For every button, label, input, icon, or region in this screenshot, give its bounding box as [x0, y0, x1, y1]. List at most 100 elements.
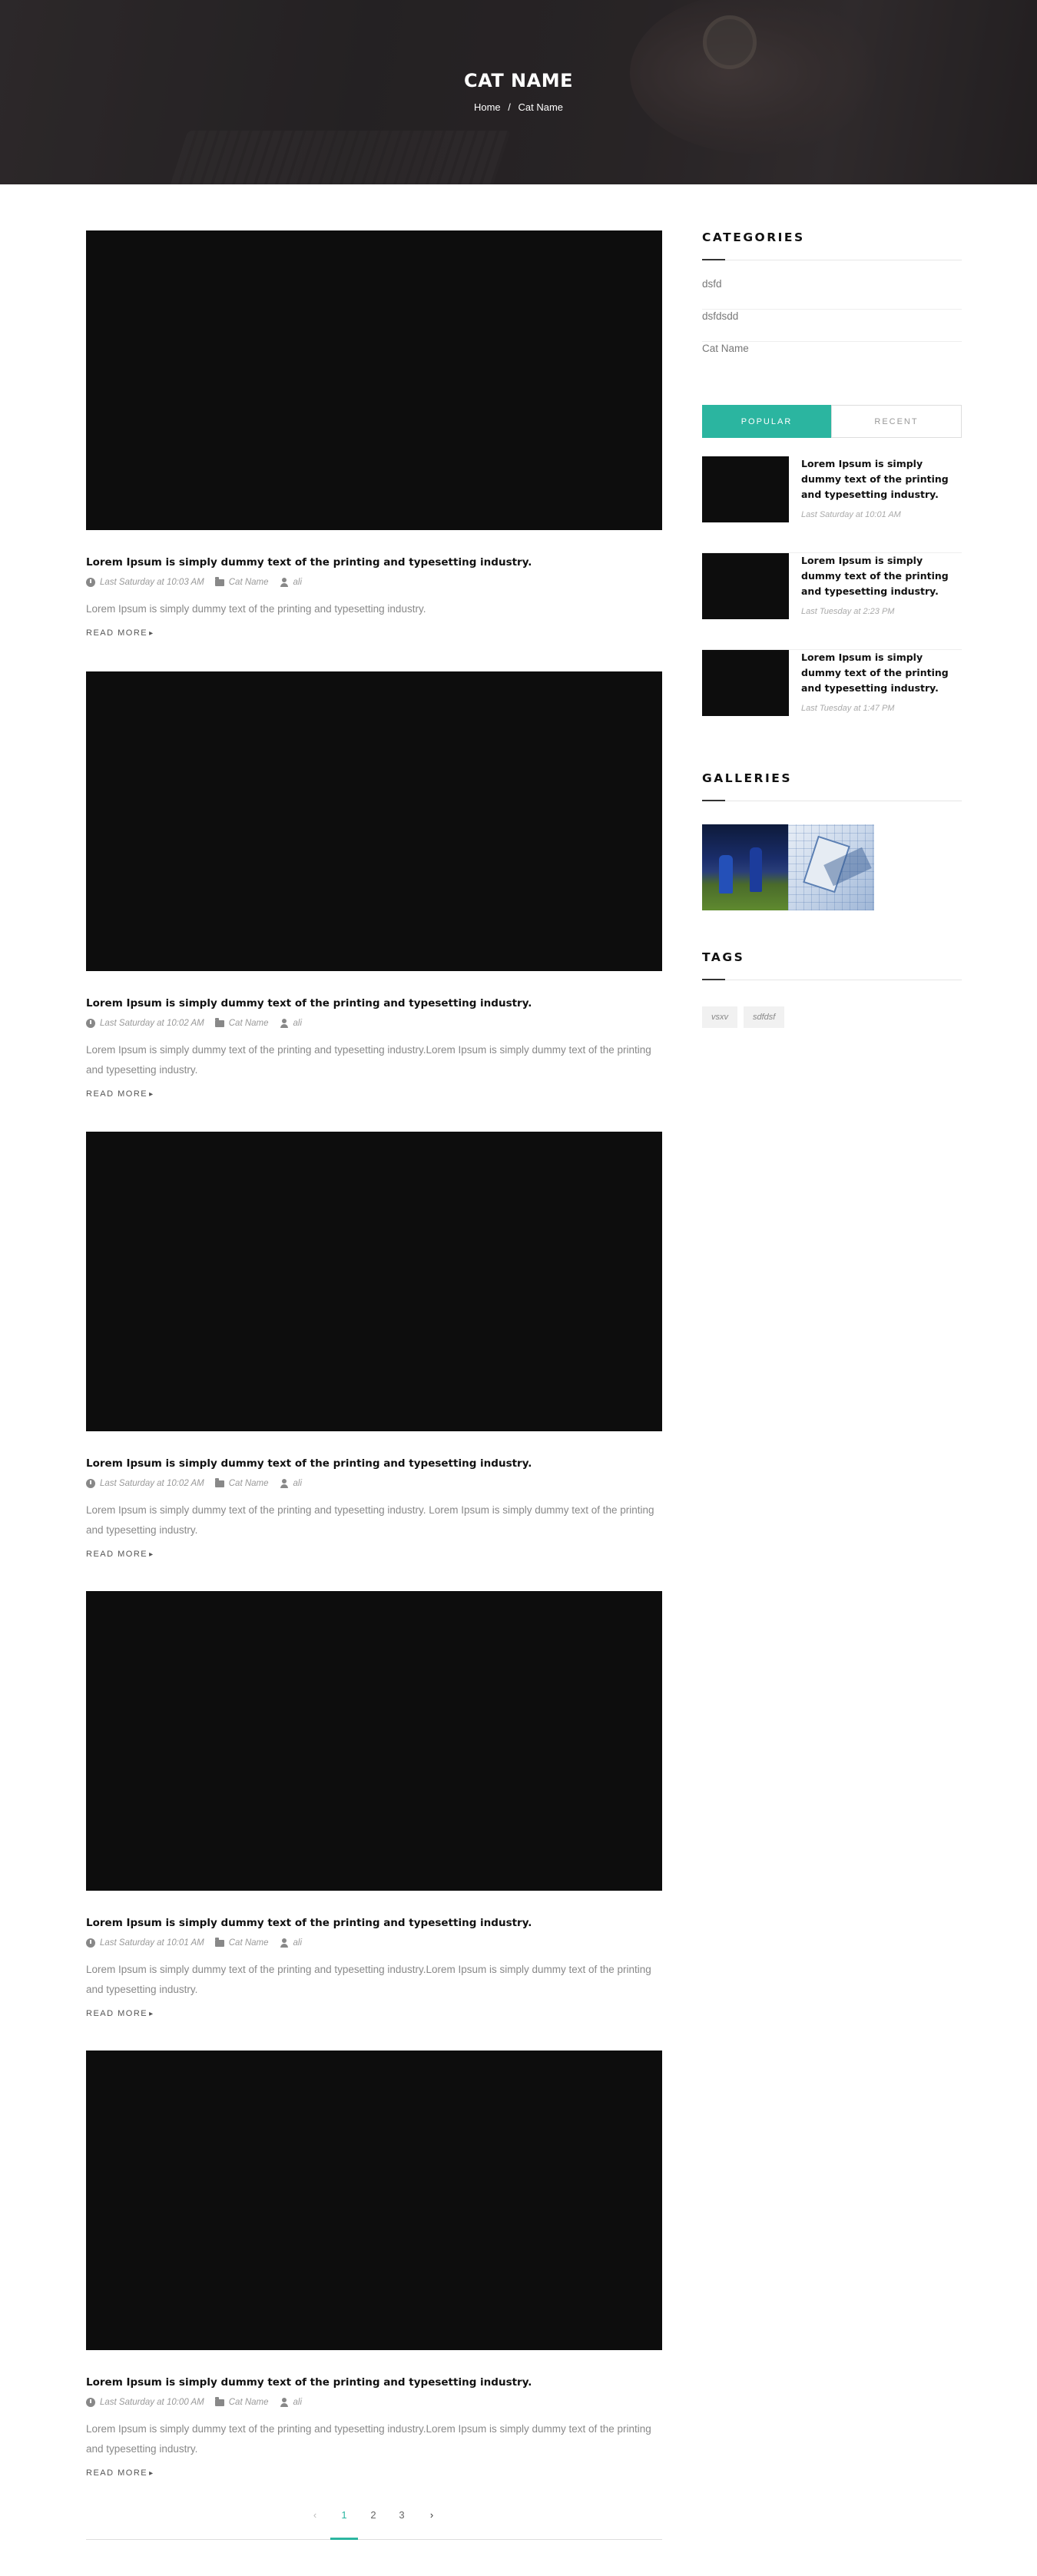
post-meta: Last Saturday at 10:02 AM Cat Name ali: [86, 1017, 662, 1028]
tab-recent[interactable]: RECENT: [831, 405, 962, 438]
post-card: Lorem Ipsum is simply dummy text of the …: [86, 230, 662, 639]
post-category-link[interactable]: Cat Name: [229, 578, 269, 587]
post-thumbnail[interactable]: [86, 1591, 662, 1891]
pagination-next-button[interactable]: ›: [418, 2509, 446, 2521]
breadcrumb: Home / Cat Name: [0, 101, 1037, 113]
breadcrumb-home-link[interactable]: Home: [474, 101, 501, 113]
post-author-link[interactable]: ali: [293, 578, 303, 587]
post-excerpt: Lorem Ipsum is simply dummy text of the …: [86, 603, 426, 615]
pagination: ‹ 1 2 3 ›: [86, 2509, 662, 2540]
user-icon: [280, 1479, 289, 1488]
breadcrumb-separator: /: [508, 101, 511, 113]
tag-item[interactable]: sdfdsf: [744, 1006, 785, 1028]
popular-post-title[interactable]: Lorem Ipsum is simply dummy text of the …: [801, 650, 962, 696]
post-excerpt: Lorem Ipsum is simply dummy text of the …: [86, 1504, 654, 1536]
popular-post-date: Last Tuesday at 1:47 PM: [801, 704, 895, 713]
post-meta: Last Saturday at 10:01 AM Cat Name ali: [86, 1937, 662, 1948]
clock-icon: [86, 2398, 95, 2407]
gallery-image-soccer[interactable]: [702, 824, 788, 910]
user-icon: [280, 2398, 289, 2407]
popular-post-item[interactable]: Lorem Ipsum is simply dummy text of the …: [702, 650, 962, 747]
post-meta: Last Saturday at 10:03 AM Cat Name ali: [86, 576, 662, 587]
popular-post-title[interactable]: Lorem Ipsum is simply dummy text of the …: [801, 553, 962, 599]
post-date: Last Saturday at 10:02 AM: [100, 1479, 204, 1488]
post-excerpt: Lorem Ipsum is simply dummy text of the …: [86, 2423, 651, 2455]
pagination-page-2[interactable]: 2: [359, 2509, 387, 2521]
post-thumbnail[interactable]: [86, 2051, 662, 2350]
popular-post-title[interactable]: Lorem Ipsum is simply dummy text of the …: [801, 456, 962, 502]
categories-widget: CATEGORIES dsfd dsfdsdd Cat Name: [702, 230, 962, 374]
galleries-title: GALLERIES: [702, 771, 793, 785]
popular-post-item[interactable]: Lorem Ipsum is simply dummy text of the …: [702, 553, 962, 650]
tags-title: TAGS: [702, 950, 745, 964]
post-title[interactable]: Lorem Ipsum is simply dummy text of the …: [86, 1917, 662, 1929]
post-thumbnail[interactable]: [86, 230, 662, 530]
post-thumbnail[interactable]: [86, 1132, 662, 1431]
categories-title: CATEGORIES: [702, 230, 805, 244]
post-card: Lorem Ipsum is simply dummy text of the …: [86, 1591, 662, 2020]
post-card: Lorem Ipsum is simply dummy text of the …: [86, 1132, 662, 1560]
user-icon: [280, 1019, 289, 1028]
breadcrumb-current: Cat Name: [518, 101, 564, 113]
folder-icon: [214, 1017, 224, 1027]
gallery-image-blueprint[interactable]: [788, 824, 874, 910]
folder-icon: [214, 1477, 224, 1487]
category-item[interactable]: dsfd: [702, 277, 962, 310]
post-date: Last Saturday at 10:02 AM: [100, 1019, 204, 1028]
page-title: CAT NAME: [464, 70, 573, 91]
read-more-link[interactable]: READ MORE: [86, 1550, 154, 1559]
post-title[interactable]: Lorem Ipsum is simply dummy text of the …: [86, 1457, 662, 1470]
post-title[interactable]: Lorem Ipsum is simply dummy text of the …: [86, 997, 662, 1010]
post-date: Last Saturday at 10:03 AM: [100, 578, 204, 587]
post-excerpt: Lorem Ipsum is simply dummy text of the …: [86, 1964, 651, 1995]
post-title[interactable]: Lorem Ipsum is simply dummy text of the …: [86, 556, 662, 569]
tag-list: vsxv sdfdsf: [702, 1006, 962, 1028]
post-category-link[interactable]: Cat Name: [229, 1938, 269, 1948]
post-thumbnail[interactable]: [86, 671, 662, 971]
post-category-link[interactable]: Cat Name: [229, 1479, 269, 1488]
post-category-link[interactable]: Cat Name: [229, 1019, 269, 1028]
galleries-widget: GALLERIES: [702, 771, 962, 910]
post-author-link[interactable]: ali: [293, 1019, 303, 1028]
post-excerpt: Lorem Ipsum is simply dummy text of the …: [86, 1044, 651, 1076]
category-item[interactable]: dsfdsdd: [702, 310, 962, 342]
clock-icon: [86, 1479, 95, 1488]
post-meta: Last Saturday at 10:02 AM Cat Name ali: [86, 1477, 662, 1488]
post-card: Lorem Ipsum is simply dummy text of the …: [86, 671, 662, 1100]
popular-post-thumbnail[interactable]: [702, 456, 789, 522]
popular-post-thumbnail[interactable]: [702, 553, 789, 619]
read-more-link[interactable]: READ MORE: [86, 1089, 154, 1099]
folder-icon: [214, 576, 224, 586]
popular-post-list: Lorem Ipsum is simply dummy text of the …: [702, 456, 962, 747]
category-list: dsfd dsfdsdd Cat Name: [702, 277, 962, 374]
read-more-link[interactable]: READ MORE: [86, 628, 154, 638]
post-card: Lorem Ipsum is simply dummy text of the …: [86, 2051, 662, 2479]
clock-icon: [86, 1938, 95, 1948]
category-item[interactable]: Cat Name: [702, 342, 962, 374]
clock-icon: [86, 578, 95, 587]
post-author-link[interactable]: ali: [293, 1938, 303, 1948]
pagination-prev-button[interactable]: ‹: [301, 2509, 329, 2521]
post-category-link[interactable]: Cat Name: [229, 2398, 269, 2407]
post-title[interactable]: Lorem Ipsum is simply dummy text of the …: [86, 2376, 662, 2389]
pagination-page-1[interactable]: 1: [330, 2509, 358, 2540]
page-hero: CAT NAME Home / Cat Name: [0, 0, 1037, 184]
tab-popular[interactable]: POPULAR: [702, 405, 831, 438]
popular-post-thumbnail[interactable]: [702, 650, 789, 716]
read-more-link[interactable]: READ MORE: [86, 2468, 154, 2478]
tags-widget: TAGS vsxv sdfdsf: [702, 950, 962, 1028]
gallery-grid: [702, 824, 962, 910]
user-icon: [280, 578, 289, 587]
pagination-page-3[interactable]: 3: [388, 2509, 416, 2521]
post-meta: Last Saturday at 10:00 AM Cat Name ali: [86, 2396, 662, 2407]
post-author-link[interactable]: ali: [293, 1479, 303, 1488]
post-author-link[interactable]: ali: [293, 2398, 303, 2407]
popular-post-item[interactable]: Lorem Ipsum is simply dummy text of the …: [702, 456, 962, 553]
popular-post-date: Last Tuesday at 2:23 PM: [801, 607, 895, 616]
read-more-link[interactable]: READ MORE: [86, 2009, 154, 2018]
user-icon: [280, 1938, 289, 1948]
folder-icon: [214, 1937, 224, 1947]
folder-icon: [214, 2396, 224, 2406]
tag-item[interactable]: vsxv: [702, 1006, 737, 1028]
post-date: Last Saturday at 10:00 AM: [100, 2398, 204, 2407]
